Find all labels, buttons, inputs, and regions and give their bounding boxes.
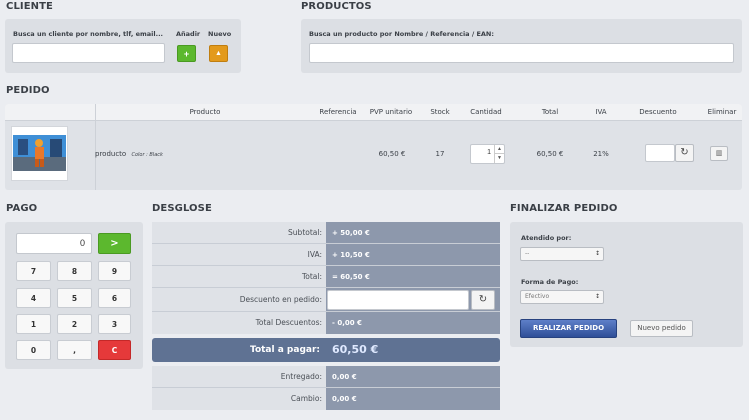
keypad-0[interactable]: 0 (16, 340, 51, 360)
finalizar-title: FINALIZAR PEDIDO (510, 203, 618, 214)
product-image (13, 135, 66, 171)
col-pvp: PVP unitario (369, 108, 413, 116)
quantity-down-button[interactable]: ▼ (494, 154, 504, 163)
quantity-value: 1 (487, 149, 491, 156)
desglose-cambio-row: Cambio: 0,00 € (152, 388, 500, 410)
productos-title: PRODUCTOS (301, 1, 372, 12)
total-discounts-value: - 0,00 € (326, 312, 500, 334)
payment-display-value: 0 (79, 238, 85, 248)
iva-value: + 10,50 € (326, 244, 500, 265)
desglose-subtotal-row: Subtotal: + 50,00 € (152, 222, 500, 244)
col-descuento: Descuento (639, 108, 677, 116)
total-value: = 60,50 € (326, 266, 500, 287)
total-label: Total: (152, 266, 326, 287)
keypad-4[interactable]: 4 (16, 288, 51, 308)
total-pagar-value: 60,50 € (332, 343, 379, 356)
desglose-total-discounts-row: Total Descuentos: - 0,00 € (152, 312, 500, 334)
cliente-add-label: Añadir (176, 30, 201, 38)
pedido-title: PEDIDO (6, 85, 50, 96)
keypad-1[interactable]: 1 (16, 314, 51, 334)
pedido-table (5, 104, 742, 190)
add-client-button[interactable]: + (177, 45, 196, 62)
select-arrows-icon: ↕ (594, 250, 600, 257)
keypad-6[interactable]: 6 (98, 288, 131, 308)
iva-label: IVA: (152, 244, 326, 265)
col-referencia: Referencia (319, 108, 357, 116)
atendido-label: Atendido por: (521, 234, 572, 242)
order-discount-input[interactable] (327, 290, 469, 310)
subtotal-value: + 50,00 € (326, 222, 500, 243)
keypad-3[interactable]: 3 (98, 314, 131, 334)
entregado-value: 0,00 € (326, 366, 500, 387)
subtotal-label: Subtotal: (152, 222, 326, 243)
col-stock: Stock (430, 108, 450, 116)
cliente-title: CLIENTE (6, 1, 53, 12)
desglose-title: DESGLOSE (152, 203, 212, 214)
productos-search-input[interactable] (309, 43, 734, 63)
keypad-clear-button[interactable]: C (98, 340, 131, 360)
product-discount-refresh-button[interactable]: ↻ (675, 144, 694, 162)
desglose-discount-row: Descuento en pedido: ↻ (152, 288, 500, 312)
productos-panel: Busca un producto por Nombre / Referenci… (301, 19, 742, 73)
cliente-search-input[interactable] (12, 43, 165, 63)
product-discount-input[interactable] (645, 144, 675, 162)
realizar-pedido-button[interactable]: REALIZAR PEDIDO (520, 319, 617, 338)
cliente-panel: Busca un cliente por nombre, tlf, email.… (5, 19, 241, 73)
entregado-label: Entregado: (152, 366, 326, 387)
product-variant: Color : Black (131, 152, 163, 158)
col-eliminar: Eliminar (707, 108, 737, 116)
product-name-text: producto (95, 150, 127, 158)
cambio-value: 0,00 € (326, 388, 500, 410)
product-iva: 21% (593, 150, 609, 158)
keypad-5[interactable]: 5 (57, 288, 92, 308)
keypad-enter-button[interactable]: > (98, 233, 131, 254)
delete-product-button[interactable]: ▥ (710, 146, 728, 161)
desglose-total-row: Total: = 60,50 € (152, 266, 500, 288)
discount-label: Descuento en pedido: (152, 288, 326, 311)
product-name: producto Color : Black (95, 150, 163, 158)
order-discount-refresh-button[interactable]: ↻ (471, 290, 495, 310)
quantity-up-button[interactable]: ▲ (494, 145, 504, 154)
product-pvp: 60,50 € (378, 150, 406, 158)
forma-pago-select[interactable]: Efectivo ↕ (520, 290, 604, 304)
col-cantidad: Cantidad (470, 108, 502, 116)
nuevo-pedido-button[interactable]: Nuevo pedido (630, 320, 693, 337)
select-arrows-icon: ↕ (594, 293, 600, 300)
forma-pago-value: Efectivo (525, 293, 550, 300)
keypad-8[interactable]: 8 (57, 261, 92, 281)
product-total: 60,50 € (536, 150, 564, 158)
upload-icon: ▲ (215, 50, 222, 57)
keypad-9[interactable]: 9 (98, 261, 131, 281)
total-pagar-row: Total a pagar: 60,50 € (152, 338, 500, 362)
image-column-divider (95, 104, 96, 190)
refresh-icon: ↻ (680, 147, 689, 158)
cliente-new-label: Nuevo (208, 30, 232, 38)
productos-search-label: Busca un producto por Nombre / Referenci… (309, 30, 494, 38)
plus-icon: + (183, 48, 190, 59)
total-pagar-label: Total a pagar: (250, 345, 320, 355)
keypad-2[interactable]: 2 (57, 314, 92, 334)
atendido-value: -- (525, 250, 530, 257)
atendido-select[interactable]: -- ↕ (520, 247, 604, 261)
payment-display[interactable]: 0 (16, 233, 92, 254)
keypad-comma[interactable]: , (57, 340, 92, 360)
refresh-icon: ↻ (478, 294, 488, 305)
pago-title: PAGO (6, 203, 38, 214)
total-discounts-label: Total Descuentos: (152, 312, 326, 334)
keypad-7[interactable]: 7 (16, 261, 51, 281)
new-client-button[interactable]: ▲ (209, 45, 228, 62)
desglose-iva-row: IVA: + 10,50 € (152, 244, 500, 266)
col-iva: IVA (595, 108, 607, 116)
trash-icon: ▥ (715, 150, 723, 157)
product-stock: 17 (435, 150, 445, 158)
cambio-label: Cambio: (152, 388, 326, 410)
product-thumbnail[interactable] (11, 126, 68, 181)
forma-pago-label: Forma de Pago: (521, 278, 579, 286)
col-producto: Producto (189, 108, 221, 116)
cliente-search-label: Busca un cliente por nombre, tlf, email.… (13, 30, 164, 38)
col-total: Total (541, 108, 559, 116)
desglose-entregado-row: Entregado: 0,00 € (152, 366, 500, 388)
quantity-stepper[interactable]: 1 ▲ ▼ (470, 144, 505, 164)
